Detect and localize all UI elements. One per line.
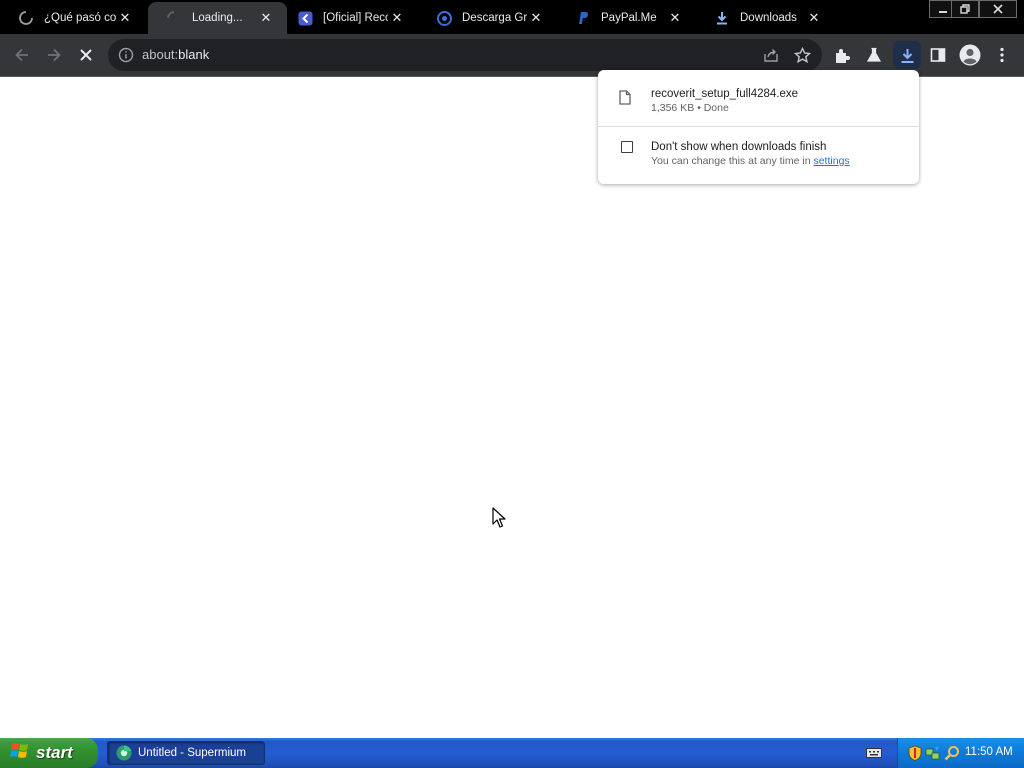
download-file-status: 1,356 KB • Done — [651, 102, 729, 114]
tab-close-icon[interactable]: ✕ — [116, 9, 134, 27]
downloads-icon[interactable] — [893, 41, 921, 69]
url-rest: blank — [178, 47, 210, 62]
labs-flask-icon[interactable] — [861, 42, 887, 68]
tab-title: ¿Qué pasó co — [44, 12, 116, 24]
taskbar-item-supermium[interactable]: Untitled - Supermium — [107, 741, 265, 765]
start-button[interactable]: start — [0, 738, 98, 768]
dont-show-hint: You can change this at any time in setti… — [651, 155, 850, 167]
taskbar-item-label: Untitled - Supermium — [138, 747, 247, 759]
tab-descarga-gratis[interactable]: Descarga Grat ✕ — [418, 2, 557, 34]
windows-logo-icon — [10, 742, 30, 765]
download-file-name: recoverit_setup_full4284.exe — [651, 88, 799, 100]
restore-button[interactable] — [951, 0, 979, 18]
tab-title: PayPal.Me — [601, 12, 657, 24]
url-text: about:blank — [142, 47, 209, 62]
extensions-icon[interactable] — [829, 42, 855, 68]
file-icon — [619, 90, 631, 110]
system-clock: 11:50 AM — [965, 746, 1013, 758]
download-icon — [714, 10, 730, 26]
dont-show-checkbox[interactable] — [621, 141, 633, 153]
download-item[interactable]: recoverit_setup_full4284.exe 1,356 KB • … — [598, 70, 919, 127]
bookmark-star-icon[interactable] — [789, 42, 815, 68]
tab-que-paso[interactable]: ¿Qué pasó co ✕ — [0, 2, 146, 34]
search-icon[interactable] — [944, 745, 960, 766]
loading-spinner-icon — [18, 10, 34, 26]
url-scheme: about: — [142, 47, 179, 62]
tab-downloads[interactable]: Downloads ✕ — [696, 2, 835, 34]
menu-icon[interactable] — [989, 42, 1015, 68]
tab-paypal-me[interactable]: PayPal.Me ✕ — [557, 2, 696, 34]
address-bar[interactable]: about:blank — [108, 39, 822, 71]
tab-title: Descarga Grat — [462, 12, 527, 24]
tab-close-icon[interactable]: ✕ — [666, 9, 684, 27]
tab-strip: ¿Qué pasó co ✕ Loading... ✕ [Oficial] Re… — [0, 0, 1024, 34]
stop-icon[interactable] — [73, 42, 99, 68]
window-close-button[interactable] — [979, 0, 1017, 18]
keyboard-icon[interactable] — [866, 746, 882, 764]
tab-title: Loading... — [192, 12, 243, 24]
recoverit-icon — [297, 10, 313, 26]
tab-title: Downloads — [740, 12, 797, 24]
browser-window: ¿Qué pasó co ✕ Loading... ✕ [Oficial] Re… — [0, 0, 1024, 738]
tab-title: [Oficial] Recov — [323, 12, 388, 24]
tab-close-icon[interactable]: ✕ — [527, 9, 545, 27]
tab-oficial-recoverit[interactable]: [Oficial] Recov ✕ — [279, 2, 418, 34]
tab-close-icon[interactable]: ✕ — [805, 9, 823, 27]
dont-show-option: Don't show when downloads finish You can… — [598, 127, 919, 184]
network-icon[interactable] — [925, 745, 941, 766]
tab-loading[interactable]: Loading... ✕ — [148, 2, 287, 34]
download-bubble: recoverit_setup_full4284.exe 1,356 KB • … — [598, 70, 919, 184]
share-icon[interactable] — [758, 42, 784, 68]
descarga-site-icon — [436, 10, 452, 26]
dont-show-label: Don't show when downloads finish — [651, 141, 827, 153]
settings-link[interactable]: settings — [813, 155, 849, 167]
paypal-icon — [575, 10, 591, 26]
mouse-cursor-icon — [492, 507, 506, 534]
loading-spinner-icon — [166, 10, 182, 26]
tab-close-icon[interactable]: ✕ — [257, 9, 275, 27]
system-tray: 11:50 AM — [897, 738, 1024, 768]
hint-text: You can change this at any time in — [651, 155, 814, 167]
info-icon[interactable] — [118, 47, 134, 63]
tab-close-icon[interactable]: ✕ — [388, 9, 406, 27]
back-icon[interactable] — [9, 42, 35, 68]
profile-icon[interactable] — [957, 42, 983, 68]
supermium-icon — [116, 745, 132, 761]
security-shield-icon[interactable] — [908, 745, 922, 766]
side-panel-icon[interactable] — [925, 42, 951, 68]
start-label: start — [36, 743, 73, 762]
taskbar: start Untitled - Supermium 11:50 AM — [0, 738, 1024, 768]
forward-icon[interactable] — [41, 42, 67, 68]
